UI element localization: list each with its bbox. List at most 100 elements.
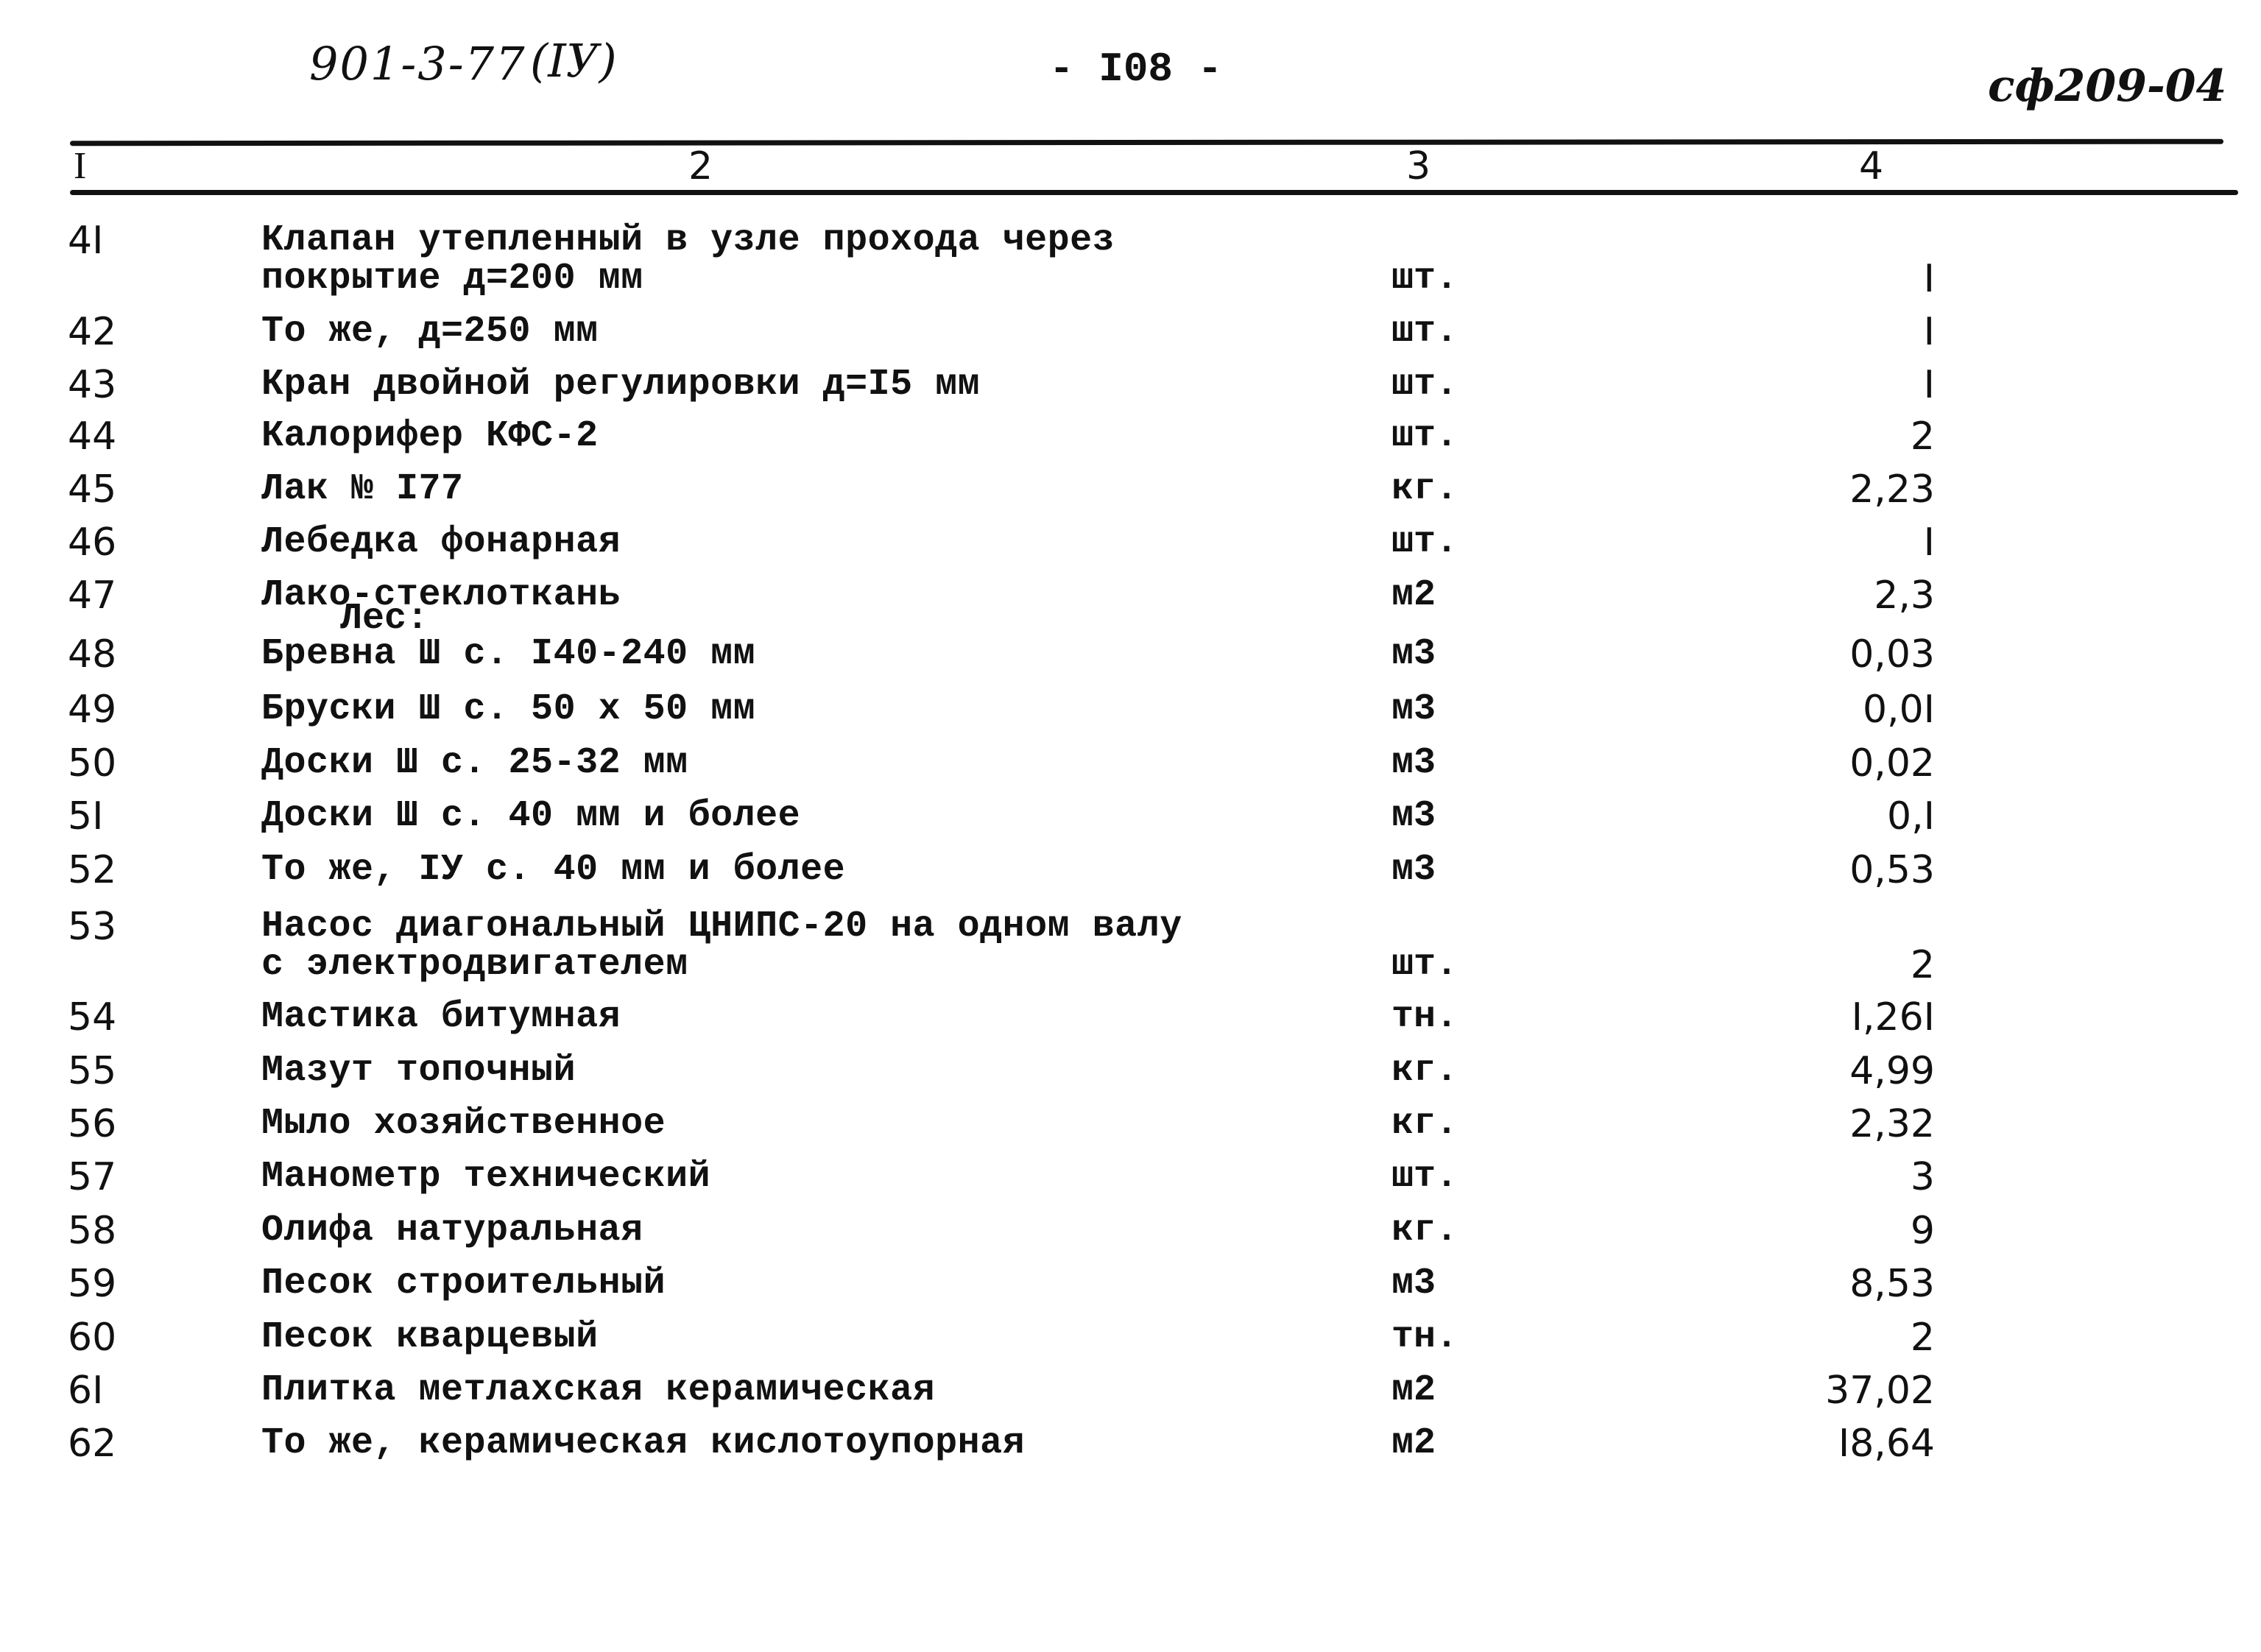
item-unit: тн. (1391, 1316, 1458, 1358)
row-number: 49 (68, 688, 117, 732)
item-quantity: 3 (1910, 1155, 1935, 1199)
item-unit: м3 (1391, 1263, 1436, 1305)
row-number: 44 (68, 414, 117, 459)
item-unit: шт. (1391, 364, 1458, 406)
item-description: Бревна Ш с. I40-240 мм (261, 633, 756, 675)
item-quantity: I (1923, 363, 1935, 407)
item-unit: м3 (1391, 849, 1436, 891)
row-number: 54 (68, 995, 117, 1039)
row-number: 52 (68, 848, 117, 892)
item-quantity: 4,99 (1849, 1049, 1935, 1093)
item-unit: м3 (1391, 688, 1436, 730)
row-number: 55 (68, 1049, 117, 1093)
column-header-3: 3 (1406, 144, 1431, 188)
row-number: 6I (68, 1369, 104, 1413)
sheet-code: сф209-04 (1988, 60, 2227, 112)
item-unit: шт. (1391, 944, 1458, 986)
item-quantity: 0,02 (1849, 741, 1935, 786)
row-number: 57 (68, 1155, 117, 1199)
item-quantity: 0,I (1887, 794, 1935, 839)
item-description: То же, д=250 мм (261, 311, 599, 353)
item-description: Лебедка фонарная (261, 521, 621, 563)
row-number: 62 (68, 1422, 117, 1466)
item-quantity: 2 (1910, 414, 1935, 459)
item-quantity: I (1923, 310, 1935, 354)
item-unit: кг. (1391, 1050, 1458, 1092)
item-quantity: I8,64 (1838, 1422, 1935, 1466)
row-number: 47 (68, 573, 117, 618)
item-unit: шт. (1391, 1156, 1458, 1198)
item-quantity: 2,3 (1874, 573, 1935, 618)
item-description: Мыло хозяйственное (261, 1103, 666, 1145)
row-number: 45 (68, 467, 117, 512)
item-description: Доски Ш с. 25-32 мм (261, 742, 688, 784)
item-description: То же, IУ с. 40 мм и более (261, 849, 846, 891)
item-description: Плитка метлахская керамическая (261, 1369, 936, 1411)
item-unit: м2 (1391, 1422, 1436, 1464)
item-quantity: I (1923, 257, 1935, 301)
item-unit: м3 (1391, 795, 1436, 837)
row-number: 59 (68, 1262, 117, 1306)
item-description: Насос диагональный ЦНИПС-20 на одном вал… (261, 906, 1182, 947)
item-unit: м2 (1391, 1369, 1436, 1411)
item-unit: кг. (1391, 1210, 1458, 1252)
item-quantity: 0,03 (1849, 632, 1935, 677)
item-description: То же, керамическая кислотоупорная (261, 1422, 1026, 1464)
row-number: 42 (68, 310, 117, 354)
row-number: 58 (68, 1209, 117, 1253)
item-unit: тн. (1391, 996, 1458, 1038)
item-quantity: 37,02 (1825, 1369, 1935, 1413)
table-top-rule (69, 138, 2224, 147)
item-quantity: I,26I (1851, 995, 1935, 1039)
item-description: Кран двойной регулировки д=I5 мм (261, 364, 981, 406)
column-header-2: 2 (688, 144, 713, 188)
item-description: Олифа натуральная (261, 1210, 643, 1252)
item-description-continued: с электродвигателем (261, 944, 688, 986)
item-description: Мазут топочный (261, 1050, 576, 1092)
item-unit: м3 (1391, 742, 1436, 784)
item-unit: шт. (1391, 258, 1458, 300)
item-unit: кг. (1391, 1103, 1458, 1145)
item-quantity: 0,53 (1849, 848, 1935, 892)
item-quantity: 2 (1910, 943, 1935, 987)
item-quantity: 2,32 (1849, 1102, 1935, 1146)
item-quantity: 2 (1910, 1316, 1935, 1360)
item-description: Доски Ш с. 40 мм и более (261, 795, 801, 837)
item-unit: м3 (1391, 633, 1436, 675)
item-unit: шт. (1391, 311, 1458, 353)
row-number: 43 (68, 363, 117, 407)
row-number: 5I (68, 794, 104, 839)
item-unit: кг. (1391, 468, 1458, 510)
row-number: 50 (68, 741, 117, 786)
page-number: - I08 - (1049, 46, 1223, 93)
row-number: 56 (68, 1102, 117, 1146)
item-description: Манометр технический (261, 1156, 711, 1198)
row-number: 48 (68, 632, 117, 677)
column-header-1: I (74, 145, 87, 187)
item-unit: м2 (1391, 574, 1436, 616)
item-description-continued: покрытие д=200 мм (261, 258, 643, 300)
item-description: Калорифер КФС-2 (261, 415, 599, 457)
item-description: Мастика битумная (261, 996, 621, 1038)
row-number: 53 (68, 905, 117, 949)
item-description: Клапан утепленный в узле прохода через (261, 219, 1115, 261)
item-description: Песок строительный (261, 1263, 666, 1305)
row-number: 60 (68, 1316, 117, 1360)
document-code: 901-3-77 (309, 37, 526, 91)
table-header-rule (70, 190, 2238, 195)
item-description: Песок кварцевый (261, 1316, 599, 1358)
row-number: 4I (68, 219, 104, 263)
item-description: Бруски Ш с. 50 х 50 мм (261, 688, 756, 730)
item-quantity: 8,53 (1849, 1262, 1935, 1306)
item-quantity: I (1923, 520, 1935, 565)
item-quantity: 9 (1910, 1209, 1935, 1253)
item-description: Лако-стеклоткань (261, 574, 621, 616)
item-unit: шт. (1391, 521, 1458, 563)
item-unit: шт. (1391, 415, 1458, 457)
column-header-4: 4 (1859, 144, 1884, 188)
volume-mark: (IУ) (530, 34, 617, 88)
item-description: Лак № I77 (261, 468, 464, 510)
row-number: 46 (68, 520, 117, 565)
item-quantity: 2,23 (1849, 467, 1935, 512)
item-quantity: 0,0I (1862, 688, 1935, 732)
